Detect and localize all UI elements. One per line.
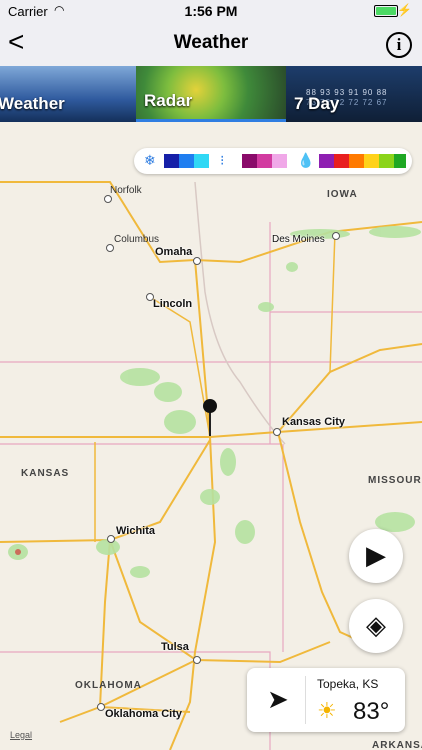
snow-swatch: [179, 154, 194, 168]
city-label: Omaha: [155, 246, 193, 258]
tab-label: Radar: [144, 91, 193, 110]
town-marker: [106, 244, 114, 252]
rain-swatch: [379, 154, 394, 168]
city-label: Des Moines: [272, 234, 325, 245]
mix-swatch: [242, 154, 257, 168]
rain-swatch: [319, 154, 334, 168]
charging-icon: ⚡: [397, 3, 412, 17]
state-label: KANSAS: [21, 468, 70, 479]
battery-icon: [374, 5, 398, 17]
city-marker: [273, 428, 281, 436]
divider: [305, 676, 306, 724]
radar-legend: ❄ ⁝ 💧: [134, 148, 412, 174]
legal-link[interactable]: Legal: [10, 730, 32, 740]
snow-swatch: [164, 154, 179, 168]
mix-swatch: [257, 154, 272, 168]
tab-radar[interactable]: Radar: [136, 66, 286, 122]
mix-icon: ⁝: [220, 152, 225, 168]
city-label: Wichita: [116, 525, 156, 537]
city-marker: [193, 257, 201, 265]
town-marker: [104, 195, 112, 203]
snow-swatch: [194, 154, 209, 168]
play-button[interactable]: ▶: [349, 529, 403, 583]
temperature: 83°: [353, 698, 390, 725]
state-label: OKLAHOMA: [75, 680, 142, 691]
navigation-arrow-icon[interactable]: ➤: [267, 684, 289, 715]
sun-icon: ☀: [317, 698, 337, 723]
layers-button[interactable]: ◈: [349, 599, 403, 653]
place-label: Columbus: [114, 234, 160, 245]
layers-icon: ◈: [366, 610, 386, 640]
status-bar: Carrier ◠ 1:56 PM ⚡: [0, 0, 422, 22]
snowflake-icon: ❄: [144, 152, 156, 168]
radar-map[interactable]: IOWA KANSAS MISSOURI OKLAHOMA ARKANSAS N…: [0, 122, 422, 750]
tab-strip: Weather Radar 88 93 93 91 90 88 73 72 72…: [0, 66, 422, 122]
city-label: Tulsa: [161, 641, 189, 653]
map-roads: [0, 181, 422, 750]
state-label: ARKANSAS: [372, 740, 422, 750]
city-marker: [332, 232, 340, 240]
raindrop-icon: 💧: [297, 152, 315, 168]
city-label: Kansas City: [282, 416, 345, 428]
city-marker: [97, 703, 105, 711]
tab-7-day[interactable]: 88 93 93 91 90 88 73 72 72 72 72 67 7 Da…: [286, 66, 422, 122]
page-title: Weather: [173, 32, 249, 53]
location-pin-icon[interactable]: [203, 399, 217, 413]
state-label: IOWA: [327, 189, 358, 200]
location-name: Topeka, KS: [317, 677, 379, 691]
info-button[interactable]: i: [386, 32, 412, 58]
clock: 1:56 PM: [184, 3, 238, 19]
mix-swatch: [272, 154, 287, 168]
city-marker: [107, 535, 115, 543]
rain-swatch: [349, 154, 364, 168]
state-label: MISSOURI: [368, 475, 422, 486]
tab-weather[interactable]: Weather: [0, 66, 136, 122]
city-marker: [193, 656, 201, 664]
place-label: Norfolk: [110, 185, 142, 196]
tab-label: 7 Day: [294, 94, 340, 113]
rain-swatch: [334, 154, 349, 168]
location-pin-stem: [209, 412, 211, 436]
nav-bar: < Weather i: [0, 22, 422, 66]
city-label: Oklahoma City: [105, 708, 183, 720]
rain-swatch: [364, 154, 379, 168]
location-card[interactable]: ➤ Topeka, KS ☀ 83°: [247, 668, 405, 732]
play-icon: ▶: [366, 540, 386, 570]
tab-label: Weather: [0, 94, 65, 113]
city-label: Lincoln: [153, 298, 193, 310]
rain-swatch: [394, 154, 406, 168]
